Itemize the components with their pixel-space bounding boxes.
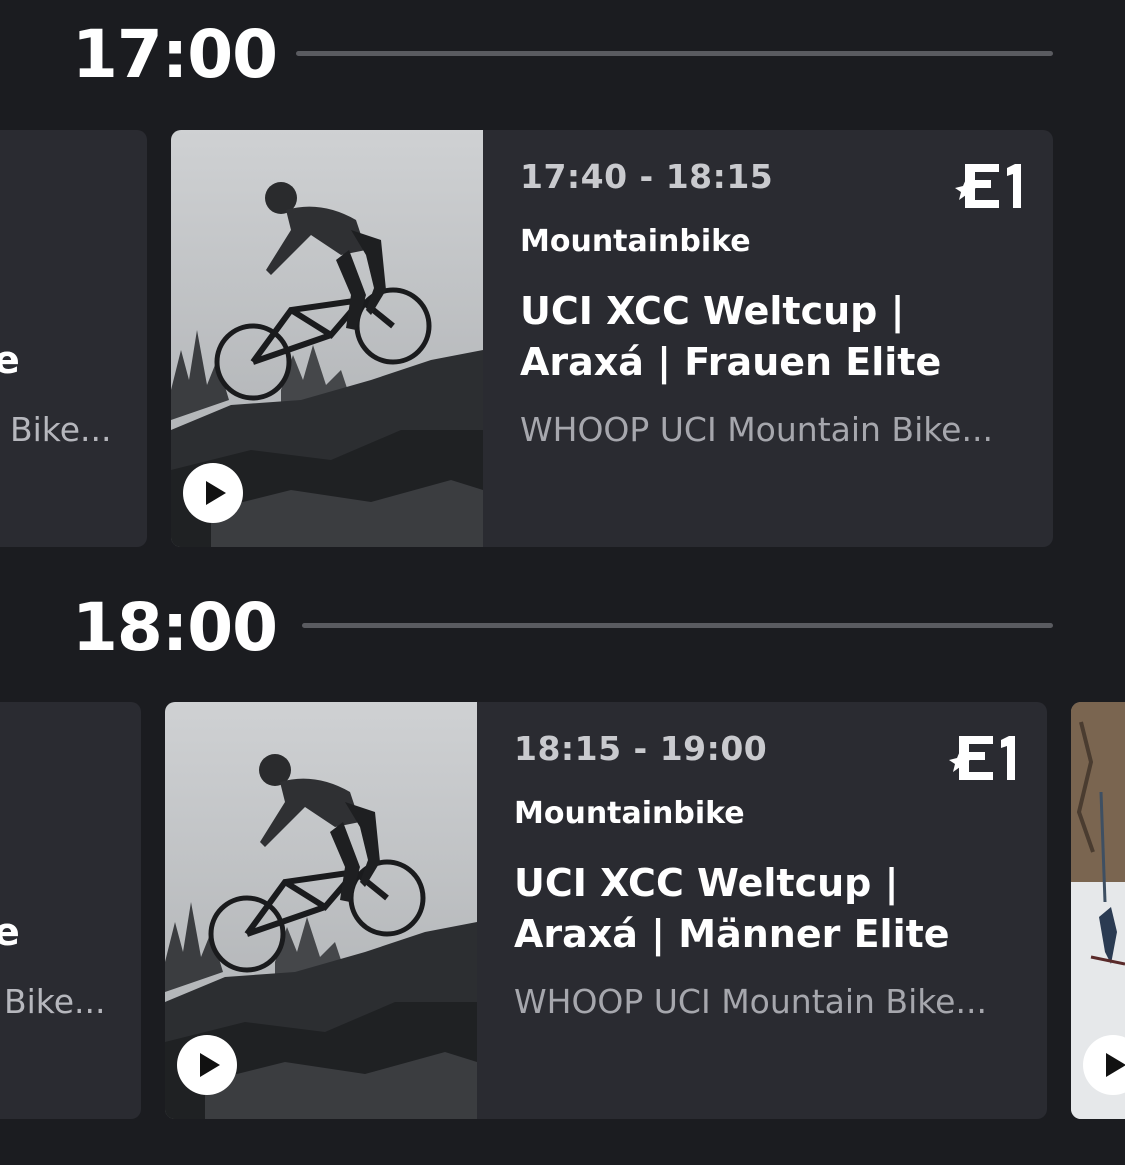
program-sport: Mountainbike: [520, 224, 751, 259]
previous-program-card[interactable]: e Bike...: [0, 130, 147, 547]
eurosport-1-logo-icon: [949, 736, 1015, 780]
program-sport: Mountainbike: [514, 796, 745, 831]
program-title: UCI XCC Weltcup | Araxá | Männer Elite: [514, 861, 950, 956]
program-title-fragment: e: [0, 910, 20, 954]
eurosport-1-logo-icon: [955, 164, 1021, 208]
play-button[interactable]: [177, 1035, 237, 1095]
play-button[interactable]: [183, 463, 243, 523]
program-subtitle: WHOOP UCI Mountain Bike...: [520, 410, 993, 449]
hour-heading: 18:00: [72, 589, 278, 666]
program-title-fragment: e: [0, 338, 20, 382]
program-thumbnail: [171, 130, 483, 547]
hour-heading: 17:00: [72, 16, 278, 93]
next-program-card[interactable]: [1071, 702, 1125, 1119]
program-subtitle-fragment: Bike...: [4, 982, 106, 1021]
program-card[interactable]: 17:40 - 18:15 Mountainbike UCI XCC Weltc…: [171, 130, 1053, 547]
program-subtitle: WHOOP UCI Mountain Bike...: [514, 982, 987, 1021]
program-title: UCI XCC Weltcup | Araxá | Frauen Elite: [520, 289, 942, 384]
program-subtitle-fragment: Bike...: [10, 410, 112, 449]
hour-divider: [296, 51, 1053, 56]
program-thumbnail: [165, 702, 477, 1119]
hour-divider: [302, 623, 1053, 628]
program-time: 17:40 - 18:15: [520, 157, 774, 196]
tv-schedule: 17:00 e Bike... 17:40 - 18:15 Mountainbi…: [0, 0, 1125, 1165]
program-time: 18:15 - 19:00: [514, 729, 768, 768]
previous-program-card[interactable]: e Bike...: [0, 702, 141, 1119]
program-card[interactable]: 18:15 - 19:00 Mountainbike UCI XCC Weltc…: [165, 702, 1047, 1119]
